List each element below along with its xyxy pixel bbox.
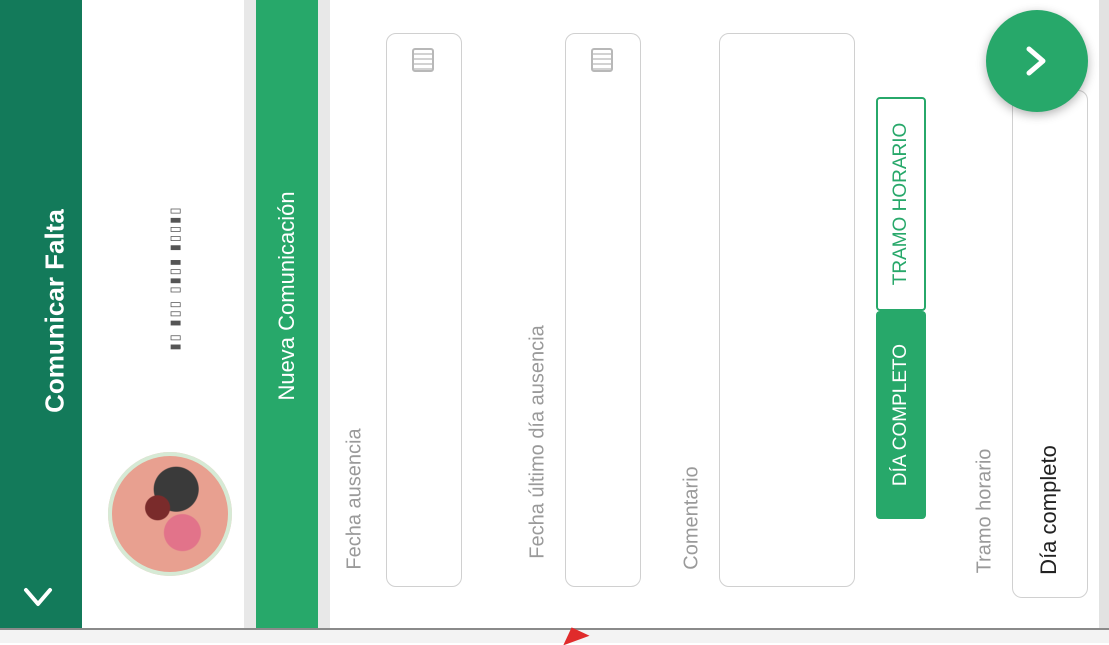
calendar-icon[interactable] — [591, 48, 613, 72]
comentario-textarea[interactable] — [719, 33, 855, 587]
next-button[interactable] — [986, 10, 1088, 112]
page-title: Comunicar Falta — [39, 209, 70, 413]
tramo-horario-label: TRAMO HORARIO — [890, 122, 911, 286]
calendar-icon[interactable] — [412, 48, 434, 72]
section-title: Nueva Comunicación — [274, 191, 299, 401]
scrollbar[interactable] — [1099, 0, 1109, 628]
user-name: ▮▯ ▮▯▯ ▯▮▯▮ ▮▯▯▮▯ — [167, 205, 182, 351]
tramo-horario-field-label: Tramo horario — [973, 448, 996, 574]
bottom-bar — [0, 628, 1109, 643]
fecha-ausencia-label: Fecha ausencia — [343, 428, 366, 570]
chevron-right-icon — [1026, 46, 1046, 76]
chevron-down-icon[interactable] — [20, 582, 56, 612]
dia-completo-label: DÍA COMPLETO — [890, 343, 911, 487]
fecha-ultimo-dia-input[interactable] — [565, 33, 641, 587]
avatar — [108, 452, 232, 576]
tramo-horario-value: Día completo — [1036, 445, 1061, 575]
comentario-label: Comentario — [680, 466, 703, 570]
fecha-ausencia-input[interactable] — [386, 33, 462, 587]
fecha-ultimo-dia-label: Fecha último día ausencia — [526, 325, 549, 559]
divider — [244, 0, 256, 628]
divider — [318, 0, 330, 628]
